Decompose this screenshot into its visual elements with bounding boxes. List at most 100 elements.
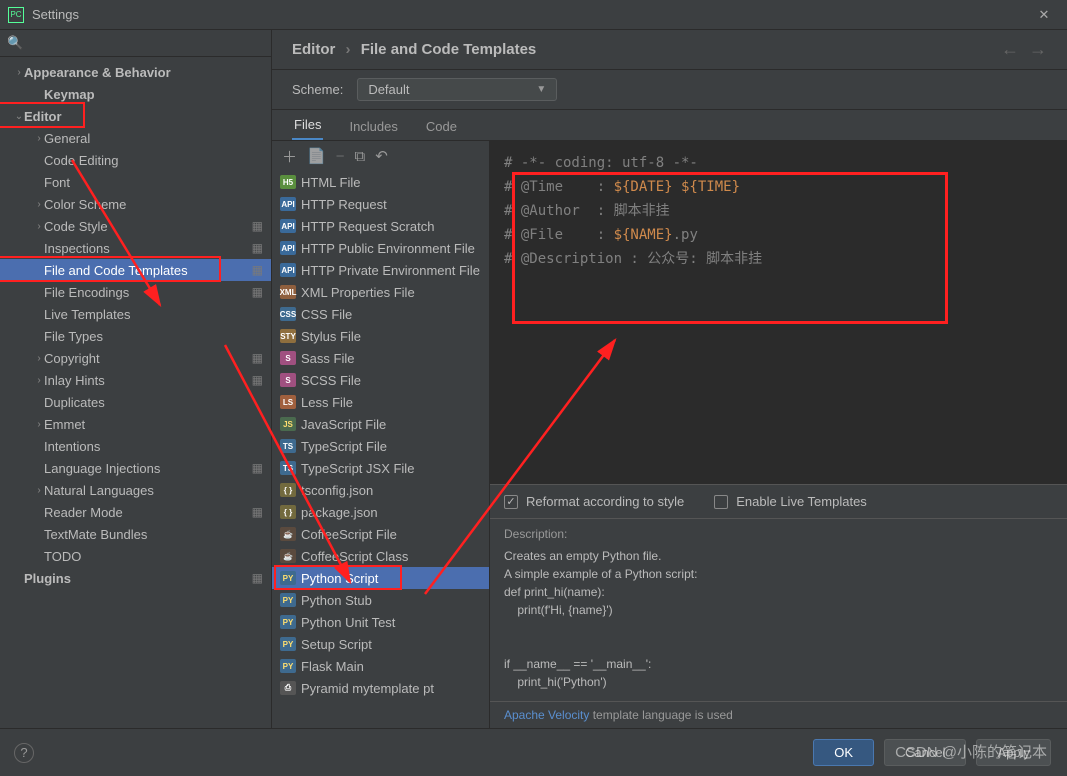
tree-item-label: Duplicates — [44, 395, 271, 410]
live-templates-checkbox[interactable]: Enable Live Templates — [714, 494, 867, 509]
gear-icon: ▦ — [252, 571, 263, 585]
tab-files[interactable]: Files — [292, 111, 323, 140]
code-editor[interactable]: # -*- coding: utf-8 -*-# @Time : ${DATE}… — [490, 141, 1067, 484]
add-icon[interactable]: ＋ — [282, 146, 297, 167]
reformat-label: Reformat according to style — [526, 494, 684, 509]
gear-icon: ▦ — [252, 505, 263, 519]
template-label: CoffeeScript Class — [301, 549, 408, 564]
tree-item-color-scheme[interactable]: ›Color Scheme — [0, 193, 271, 215]
tree-item-label: Inspections — [44, 241, 271, 256]
settings-tree[interactable]: ›Appearance & BehaviorKeymap⌄Editor›Gene… — [0, 57, 271, 728]
tree-item-emmet[interactable]: ›Emmet — [0, 413, 271, 435]
tree-item-file-encodings[interactable]: File Encodings▦ — [0, 281, 271, 303]
tree-item-todo[interactable]: TODO — [0, 545, 271, 567]
gear-icon: ▦ — [252, 351, 263, 365]
velocity-link[interactable]: Apache Velocity — [504, 708, 589, 722]
search-input[interactable] — [27, 36, 264, 51]
template-http-private-environment-file[interactable]: APIHTTP Private Environment File — [272, 259, 489, 281]
file-type-icon: ☕ — [280, 549, 296, 563]
tree-item-label: Code Editing — [44, 153, 271, 168]
template-label: Python Script — [301, 571, 378, 586]
template-label: HTML File — [301, 175, 360, 190]
template-typescript-jsx-file[interactable]: TSTypeScript JSX File — [272, 457, 489, 479]
remove-icon[interactable]: − — [336, 148, 345, 165]
scheme-combo[interactable]: Default ▼ — [357, 78, 557, 101]
tree-item-reader-mode[interactable]: Reader Mode▦ — [0, 501, 271, 523]
chevron-icon: › — [14, 67, 24, 78]
window-title: Settings — [32, 7, 79, 22]
tree-item-keymap[interactable]: Keymap — [0, 83, 271, 105]
reformat-checkbox[interactable]: Reformat according to style — [504, 494, 684, 509]
tree-item-intentions[interactable]: Intentions — [0, 435, 271, 457]
tree-item-label: Inlay Hints — [44, 373, 271, 388]
nav-back-icon[interactable]: ← — [1001, 39, 1019, 60]
template-sass-file[interactable]: SSass File — [272, 347, 489, 369]
template-http-request[interactable]: APIHTTP Request — [272, 193, 489, 215]
copy-icon[interactable]: ⧉ — [354, 148, 365, 165]
file-type-icon: API — [280, 219, 296, 233]
template-list[interactable]: H5HTML FileAPIHTTP Request API HTTP Reques… — [272, 171, 489, 728]
gear-icon: ▦ — [252, 373, 263, 387]
template-tsconfig-json[interactable]: { }tsconfig.json — [272, 479, 489, 501]
ok-button[interactable]: OK — [813, 739, 874, 766]
tree-item-label: Reader Mode — [44, 505, 271, 520]
tree-item-inspections[interactable]: Inspections▦ — [0, 237, 271, 259]
template-less-file[interactable]: LSLess File — [272, 391, 489, 413]
template-javascript-file[interactable]: JSJavaScript File — [272, 413, 489, 435]
check-icon — [714, 495, 728, 509]
template-python-stub[interactable]: PYPython Stub — [272, 589, 489, 611]
tree-item-general[interactable]: ›General — [0, 127, 271, 149]
template-scss-file[interactable]: SSCSS File — [272, 369, 489, 391]
template-coffeescript-file[interactable]: ☕CoffeeScript File — [272, 523, 489, 545]
template-label: tsconfig.json — [301, 483, 373, 498]
tree-item-appearance-behavior[interactable]: ›Appearance & Behavior — [0, 61, 271, 83]
template-label: SCSS File — [301, 373, 361, 388]
copy-template-icon[interactable]: 📄 — [307, 147, 326, 165]
tab-code[interactable]: Code — [424, 113, 459, 140]
tree-item-inlay-hints[interactable]: ›Inlay Hints▦ — [0, 369, 271, 391]
tree-item-copyright[interactable]: ›Copyright▦ — [0, 347, 271, 369]
undo-icon[interactable]: ↶ — [375, 147, 388, 165]
nav-fwd-icon[interactable]: → — [1029, 39, 1047, 60]
tree-item-duplicates[interactable]: Duplicates — [0, 391, 271, 413]
template-stylus-file[interactable]: STYStylus File — [272, 325, 489, 347]
crumb-editor: Editor — [292, 41, 335, 58]
template-http-public-environment-file[interactable]: APIHTTP Public Environment File — [272, 237, 489, 259]
template-label: CoffeeScript File — [301, 527, 397, 542]
template-package-json[interactable]: { }package.json — [272, 501, 489, 523]
tree-item-file-types[interactable]: File Types — [0, 325, 271, 347]
close-icon[interactable]: ✕ — [1021, 0, 1067, 30]
template-coffeescript-class[interactable]: ☕ CoffeeScript Class — [272, 545, 489, 567]
tree-item-file-and-code-templates[interactable]: File and Code Templates▦ — [0, 259, 271, 281]
tree-item-textmate-bundles[interactable]: TextMate Bundles — [0, 523, 271, 545]
tree-item-font[interactable]: Font — [0, 171, 271, 193]
tree-item-plugins[interactable]: Plugins▦ — [0, 567, 271, 589]
description-title: Description: — [504, 525, 1053, 543]
cancel-button[interactable]: Cancel — [884, 739, 966, 766]
apply-button[interactable]: Apply — [976, 739, 1051, 766]
tree-item-code-editing[interactable]: Code Editing — [0, 149, 271, 171]
chevron-icon: › — [34, 133, 44, 144]
template-pyramid-mytemplate-pt[interactable]: ⎙Pyramid mytemplate pt — [272, 677, 489, 699]
template-python-script[interactable]: PYPython Script — [272, 567, 489, 589]
tree-item-label: Copyright — [44, 351, 271, 366]
tree-item-language-injections[interactable]: Language Injections▦ — [0, 457, 271, 479]
template-html-file[interactable]: H5HTML File — [272, 171, 489, 193]
template-css-file[interactable]: CSSCSS File — [272, 303, 489, 325]
tab-includes[interactable]: Includes — [347, 113, 399, 140]
file-type-icon: S — [280, 351, 296, 365]
template-label: HTTP Request Scratch — [301, 219, 434, 234]
tree-item-label: File Types — [44, 329, 271, 344]
template-setup-script[interactable]: PYSetup Script — [272, 633, 489, 655]
template-flask-main[interactable]: PYFlask Main — [272, 655, 489, 677]
tree-item-label: Color Scheme — [44, 197, 271, 212]
tree-item-editor[interactable]: ⌄Editor — [0, 105, 271, 127]
template-xml-properties-file[interactable]: XMLXML Properties File — [272, 281, 489, 303]
template-typescript-file[interactable]: TSTypeScript File — [272, 435, 489, 457]
help-icon[interactable]: ? — [14, 743, 34, 763]
tree-item-live-templates[interactable]: Live Templates — [0, 303, 271, 325]
template-python-unit-test[interactable]: PYPython Unit Test — [272, 611, 489, 633]
tree-item-natural-languages[interactable]: ›Natural Languages — [0, 479, 271, 501]
template-http-request-scratch[interactable]: API HTTP Request Scratch — [272, 215, 489, 237]
tree-item-code-style[interactable]: ›Code Style▦ — [0, 215, 271, 237]
